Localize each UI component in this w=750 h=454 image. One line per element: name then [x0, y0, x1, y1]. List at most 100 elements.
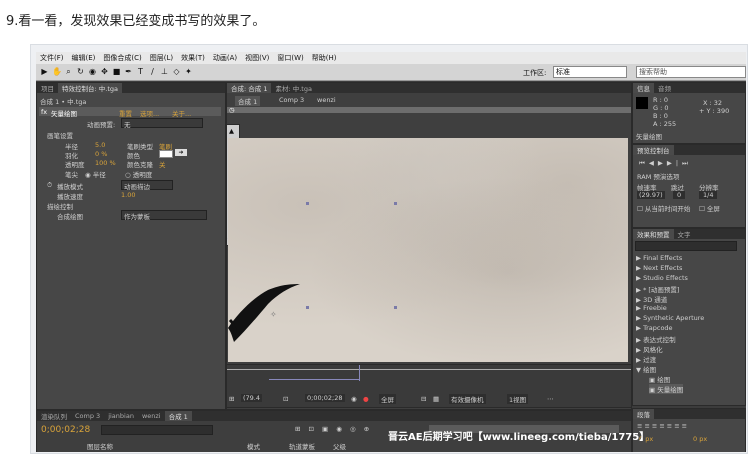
snapshot-icon[interactable]: ◉	[351, 395, 357, 403]
opacity-value[interactable]: 100 %	[95, 159, 116, 167]
menu-window[interactable]: 窗口(W)	[273, 53, 307, 63]
viewer-timecode[interactable]: 0;00;02;28	[305, 394, 345, 402]
rotate-tool-icon[interactable]: ↻	[76, 67, 85, 76]
tab-composition[interactable]: 合成: 合成 1	[227, 83, 272, 93]
fps-dropdown[interactable]: (29.97)	[637, 191, 665, 199]
menu-animation[interactable]: 动画(A)	[209, 53, 241, 63]
effect-fx-icon[interactable]: fx	[41, 108, 47, 116]
breadcrumb-comp1[interactable]: 合成 1	[235, 96, 261, 106]
text-tool-icon[interactable]: T	[136, 67, 145, 76]
rect-mask-tool-icon[interactable]: ■	[112, 67, 121, 76]
color-swatch[interactable]	[159, 150, 173, 158]
fullscreen-checkbox[interactable]: ☐ 全屏	[699, 203, 720, 213]
effect-item[interactable]: ▶ Trapcode	[636, 324, 673, 332]
effect-item[interactable]: ▶ Studio Effects	[636, 274, 688, 282]
help-search-input[interactable]: 搜索帮助	[636, 66, 746, 78]
from-current-checkbox[interactable]: ☐ 从当前时间开始	[637, 203, 690, 213]
puppet-tool-icon[interactable]: ✦	[184, 67, 193, 76]
channel-icon[interactable]: ●	[363, 395, 369, 403]
grid-icon[interactable]: ⊡	[283, 395, 288, 403]
feather-value[interactable]: 0 %	[95, 150, 107, 158]
view-dropdown[interactable]: 1视图	[507, 394, 529, 404]
pen-tool-icon[interactable]: ✒	[124, 67, 133, 76]
skip-field[interactable]: 0	[673, 191, 686, 199]
resolution-dropdown[interactable]: 1/4	[699, 191, 718, 199]
tab-effects-presets[interactable]: 效果和预置	[633, 229, 674, 239]
timeline-switches[interactable]: ⊞ ⊡ ▣ ◉ ◎ ⊕	[295, 425, 372, 433]
eyedropper-icon[interactable]: ➜	[175, 149, 187, 156]
options-link[interactable]: 选项...	[140, 108, 159, 118]
menu-composition[interactable]: 图像合成(C)	[99, 53, 145, 63]
effect-item[interactable]: ▶ Freebie	[636, 304, 667, 312]
tab-render-queue[interactable]: 渲染队列	[37, 411, 71, 421]
resolution-icon[interactable]: ⊞	[229, 395, 234, 403]
menu-help[interactable]: 帮助(H)	[308, 53, 341, 63]
effect-item[interactable]: ▶ * [动画预置]	[636, 284, 679, 294]
effect-item[interactable]: ▶ Synthetic Aperture	[636, 314, 704, 322]
menu-edit[interactable]: 编辑(E)	[68, 53, 100, 63]
menu-file[interactable]: 文件(F)	[36, 53, 68, 63]
tab-project[interactable]: 项目	[37, 83, 58, 93]
indent-right[interactable]: 0 px	[693, 435, 707, 443]
eraser-tool-icon[interactable]: ◇	[172, 67, 181, 76]
menu-view[interactable]: 视图(V)	[241, 53, 273, 63]
mask-vertex[interactable]	[306, 306, 309, 309]
breadcrumb-wenzi[interactable]: wenzi	[317, 96, 336, 104]
viewer-clock-icon[interactable]: ◷	[229, 106, 235, 114]
selection-tool-icon[interactable]: ▶	[40, 67, 49, 76]
tab-info[interactable]: 信息	[633, 83, 654, 93]
camera-dropdown[interactable]: 有效摄像机	[449, 394, 486, 404]
effect-item[interactable]: ▶ Final Effects	[636, 254, 682, 262]
viewer-options-icon[interactable]: ⋯	[547, 395, 554, 403]
menu-layer[interactable]: 图层(L)	[146, 53, 177, 63]
radius-value[interactable]: 5.0	[95, 141, 105, 149]
effect-item[interactable]: ▶ 风格化	[636, 344, 663, 354]
composition-canvas[interactable]: ✧	[228, 138, 628, 362]
tab-paragraph[interactable]: 段落	[633, 409, 654, 419]
zoom-tool-icon[interactable]: ⌕	[64, 67, 73, 76]
zoom-dropdown[interactable]: (79.4	[241, 394, 263, 402]
breadcrumb-comp3[interactable]: Comp 3	[279, 96, 304, 104]
brush-tool-icon[interactable]: ∕	[148, 67, 157, 76]
mask-vertex[interactable]	[394, 306, 397, 309]
tab-comp3[interactable]: Comp 3	[71, 412, 104, 420]
tab-wenzi[interactable]: wenzi	[138, 412, 165, 420]
mask-vertex[interactable]	[306, 202, 309, 205]
hand-tool-icon[interactable]: ✋	[52, 67, 62, 76]
effect-item[interactable]: ▶ 过渡	[636, 354, 656, 364]
pan-tool-icon[interactable]: ✥	[100, 67, 109, 76]
camera-tool-icon[interactable]: ◉	[88, 67, 97, 76]
about-link[interactable]: 关于...	[172, 108, 191, 118]
effect-item[interactable]: ▶ 表达式控制	[636, 334, 676, 344]
workspace-select[interactable]: 标准	[553, 66, 627, 78]
preset-dropdown[interactable]	[121, 118, 203, 128]
effects-search-input[interactable]	[635, 241, 737, 251]
effect-subitem[interactable]: ▣ 绘图	[649, 374, 670, 384]
effect-item[interactable]: ▼ 绘图	[636, 364, 656, 374]
quality-dropdown[interactable]: 全屏	[379, 394, 396, 404]
tab-footage[interactable]: 素材: 中.tga	[271, 83, 315, 93]
paint-control-group[interactable]: 描绘控制	[47, 201, 73, 211]
anchor-point-icon[interactable]: ✧	[270, 310, 277, 319]
tab-audio[interactable]: 音频	[654, 83, 675, 93]
transparency-icon[interactable]: ▦	[433, 395, 439, 403]
stopwatch-icon[interactable]: ⏱	[47, 181, 52, 190]
transport-controls[interactable]: ⏮◀▶▶|⏭	[639, 159, 692, 168]
timeline-timecode[interactable]: 0;00;02;28	[41, 425, 90, 435]
tab-character[interactable]: 文字	[674, 229, 695, 239]
effect-item[interactable]: ▶ 3D 通道	[636, 294, 667, 304]
playback-speed-value[interactable]: 1.00	[121, 191, 135, 199]
mask-vertex[interactable]	[394, 202, 397, 205]
reset-link[interactable]: 重置	[119, 108, 132, 118]
arrow-tool-icon[interactable]: ▲	[229, 127, 234, 135]
tab-jianbian[interactable]: jianbian	[104, 412, 138, 420]
timeline-search-input[interactable]	[101, 425, 213, 435]
region-icon[interactable]: ⊟	[421, 395, 426, 403]
tab-comp1[interactable]: 合成 1	[164, 411, 192, 421]
brush-settings-group[interactable]: 画笔设置	[47, 130, 73, 140]
radius-radio[interactable]: ◉ 半径	[85, 169, 106, 179]
effect-subitem-selected[interactable]: ▣ 矢量绘图	[649, 384, 684, 394]
opacity-radio[interactable]: ○ 透明度	[125, 169, 152, 179]
tab-effect-controls[interactable]: 特效控制台: 中.tga	[58, 83, 122, 93]
tab-preview[interactable]: 预览控制台	[633, 145, 674, 155]
